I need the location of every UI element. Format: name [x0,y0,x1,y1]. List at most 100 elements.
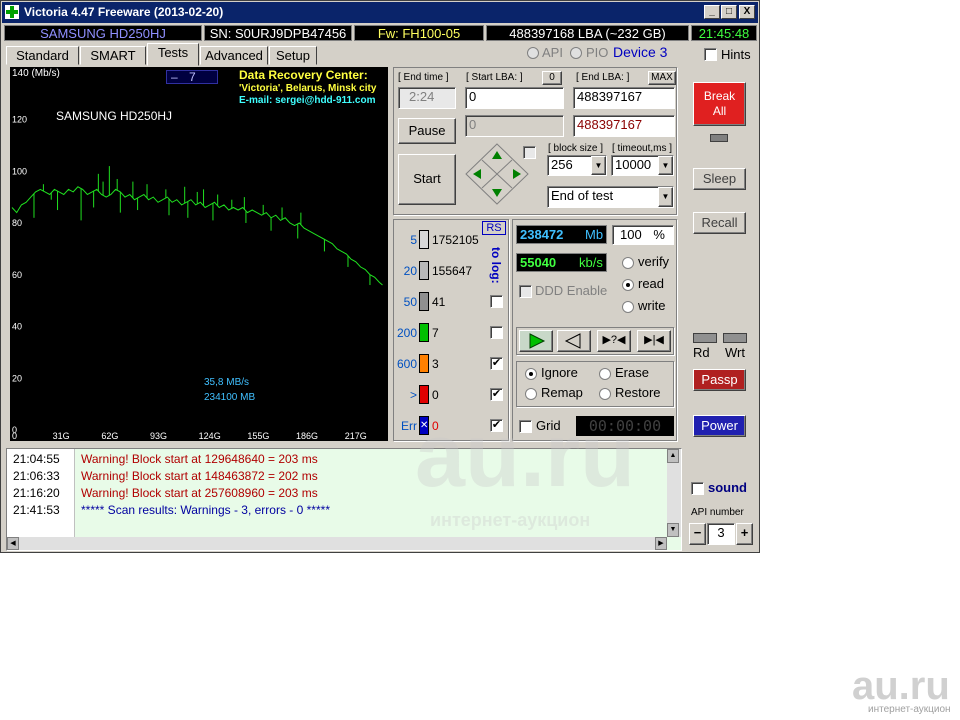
y-tick-label: 60 [12,270,22,280]
passp-button[interactable]: Passp [693,369,746,391]
log-checkbox[interactable]: ✔ [490,357,503,370]
speed-graph: 120 100 80 60 40 20 0 31G 62G 93G 124G 155G 186G 217G… [10,67,388,441]
api-number-field[interactable]: 3 [707,523,735,545]
stats-count: 155647 [432,264,473,278]
recall-button[interactable]: Recall [693,212,746,234]
app-icon [5,5,19,19]
end-lba-max-button[interactable]: MAX [648,71,676,85]
stats-label: > [409,388,417,402]
y-tick-label: 120 [12,115,27,125]
log-vscroll[interactable]: ▲ ▼ [667,449,681,537]
tab-advanced[interactable]: Advanced [200,46,268,65]
block-size-label: [ block size ] [548,143,604,154]
restore-radio[interactable] [599,388,611,400]
end-lba-field[interactable]: 488397167 [573,87,675,109]
remap-radio[interactable] [525,388,537,400]
rewind-button[interactable] [557,330,591,352]
direction-pad[interactable] [464,142,530,206]
chevron-down-icon[interactable]: ▼ [658,156,673,175]
mb-value: 238472 [520,227,564,242]
speed-value: 55040 [520,255,557,270]
tab-tests[interactable]: Tests [147,43,199,66]
pio-radio[interactable] [570,47,582,59]
scroll-left-icon[interactable]: ◀ [7,537,19,550]
break-all-button[interactable]: Break All [693,82,746,126]
stats-label: 600 [396,357,417,371]
graph-ymax-label: 140 (Mb/s) [12,68,60,79]
current-lba-field: 0 [465,115,564,137]
stats-label: 50 [403,295,417,309]
ddd-checkbox[interactable] [519,285,532,298]
chevron-down-icon[interactable]: ▼ [591,156,606,175]
play-button[interactable] [519,330,553,352]
stats-count: 41 [432,295,446,309]
stats-label: Err [401,419,417,433]
play-icon [529,333,546,349]
x-tick-label: 93G [150,431,167,441]
scroll-down-icon[interactable]: ▼ [667,523,679,537]
stats-color-swatch [419,230,429,249]
sound-checkbox[interactable] [691,482,704,495]
log-time: 21:04:55 [13,452,60,466]
minimize-button[interactable]: _ [704,5,720,19]
erase-radio[interactable] [599,368,611,380]
end-time-field[interactable]: 2:24 [398,87,456,109]
write-radio[interactable] [622,301,634,313]
end-action-select[interactable]: End of test ▼ [547,186,674,208]
y-tick-label: 40 [12,322,22,332]
verify-label: verify [638,254,670,269]
percent-value: 100 [620,227,642,242]
tab-standard[interactable]: Standard [6,46,79,65]
spin-down-icon[interactable]: – [171,71,178,83]
block-size-select[interactable]: 256 ▼ [547,155,607,176]
log-hscroll[interactable]: ◀ ▶ [7,537,667,550]
read-radio[interactable] [622,279,634,291]
api-radio[interactable] [527,47,539,59]
log-checkbox[interactable]: ✔ [490,388,503,401]
percent-unit: % [653,227,665,242]
speed-graph-svg: 120 100 80 60 40 20 0 31G 62G 93G 124G 155G 186G 217G… [11,115,383,441]
timeout-select[interactable]: 10000 ▼ [611,155,674,176]
sleep-button[interactable]: Sleep [693,168,746,190]
power-button[interactable]: Power [693,415,746,437]
log-checkbox[interactable] [490,326,503,339]
dir-checkbox[interactable] [523,146,536,159]
hints-label: Hints [721,47,751,62]
end-button[interactable]: ▶|◀ [637,330,671,352]
rd-led [693,333,717,343]
close-button[interactable]: X [739,5,755,19]
block-size-value: 256 [551,157,573,172]
rs-button[interactable]: RS [482,221,506,235]
start-lba-label: [ Start LBA: ] [466,72,523,83]
seek-button[interactable]: ▶?◀ [597,330,631,352]
x-tick-label: 62G [101,431,118,441]
clock: 21:45:48 [691,25,757,41]
hints-checkbox[interactable] [704,48,717,61]
tab-setup[interactable]: Setup [269,46,317,65]
title-bar: Victoria 4.47 Freeware (2013-02-20) _ □ … [2,2,758,23]
drc-line2: E-mail: sergei@hdd-911.com [239,95,376,106]
api-plus-button[interactable]: + [736,523,753,545]
ignore-radio[interactable] [525,368,537,380]
stats-color-swatch [419,385,429,404]
scroll-up-icon[interactable]: ▲ [667,449,679,463]
tab-smart[interactable]: SMART [80,46,146,65]
chevron-down-icon[interactable]: ▼ [658,187,673,207]
maximize-button[interactable]: □ [721,5,737,19]
to-log-label: to log: [489,247,503,284]
log-checkbox[interactable] [490,295,503,308]
pause-button[interactable]: Pause [398,118,456,144]
y-tick-label: 20 [12,373,22,383]
verify-radio[interactable] [622,257,634,269]
start-button[interactable]: Start [398,154,456,205]
scroll-right-icon[interactable]: ▶ [655,537,667,550]
action-group [516,361,674,407]
api-minus-button[interactable]: − [689,523,706,545]
graph-spin[interactable]: – 7 [166,70,218,84]
start-lba-reset-button[interactable]: 0 [542,71,562,85]
start-lba-field[interactable]: 0 [465,87,564,109]
graph-model: SAMSUNG HD250HJ [56,109,173,123]
percent-display: 100 % [612,225,674,245]
ignore-label: Ignore [541,365,578,380]
log-time: 21:16:20 [13,486,60,500]
